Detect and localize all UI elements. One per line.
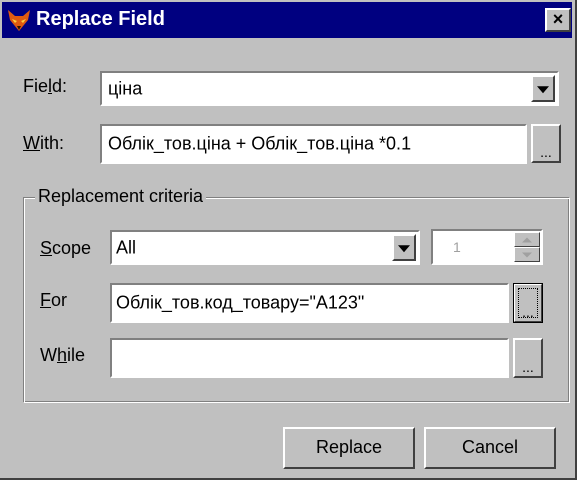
field-select-value: ціна (108, 78, 143, 98)
scope-dropdown-button[interactable] (392, 234, 416, 261)
field-select[interactable]: ціна (100, 71, 559, 106)
close-button[interactable]: × (545, 8, 571, 32)
for-builder-button[interactable]: ... (513, 283, 543, 323)
cancel-button-label: Cancel (461, 437, 519, 457)
ellipsis-icon: ... (522, 304, 534, 320)
scope-select[interactable]: All (110, 230, 420, 265)
close-icon: × (552, 9, 564, 29)
scope-count-value: 1 (453, 239, 461, 255)
spin-down-button[interactable] (514, 247, 540, 262)
arrow-down-icon (522, 252, 532, 257)
cancel-button[interactable]: Cancel (424, 427, 556, 469)
scope-count-spinner[interactable]: 1 (431, 229, 543, 265)
field-label: Field: (23, 76, 68, 96)
replace-field-dialog: Replace Field × Field: ціна With: Облік_… (0, 0, 577, 480)
replace-button-label: Replace (315, 437, 383, 457)
with-expression-input[interactable]: Облік_тов.ціна + Облік_тов.ціна *0.1 (100, 124, 527, 164)
for-expression-value: Облік_тов.код_товару="A123" (116, 292, 365, 313)
for-expression-input[interactable]: Облік_тов.код_товару="A123" (110, 283, 509, 323)
foxpro-fox-icon (6, 7, 32, 33)
scope-label: Scope (40, 238, 92, 258)
chevron-down-icon (398, 244, 410, 252)
while-expression-input[interactable] (110, 338, 509, 378)
ellipsis-icon: ... (540, 144, 552, 160)
title-bar[interactable]: Replace Field × (2, 2, 572, 38)
spin-up-button[interactable] (514, 232, 540, 247)
replace-button[interactable]: Replace (283, 427, 415, 469)
for-label: For (40, 290, 68, 310)
chevron-down-icon (537, 85, 549, 93)
with-label: With: (23, 133, 65, 153)
with-builder-button[interactable]: ... (531, 124, 561, 163)
ellipsis-icon: ... (522, 359, 534, 375)
while-label: While (40, 345, 86, 365)
while-builder-button[interactable]: ... (513, 338, 543, 378)
with-expression-value: Облік_тов.ціна + Облік_тов.ціна *0.1 (108, 133, 412, 154)
spinner-buttons (514, 232, 540, 262)
dialog-title: Replace Field (36, 8, 165, 30)
replacement-criteria-title: Replacement criteria (35, 186, 207, 207)
scope-select-value: All (116, 237, 137, 257)
field-dropdown-button[interactable] (531, 75, 555, 102)
arrow-up-icon (522, 237, 532, 242)
